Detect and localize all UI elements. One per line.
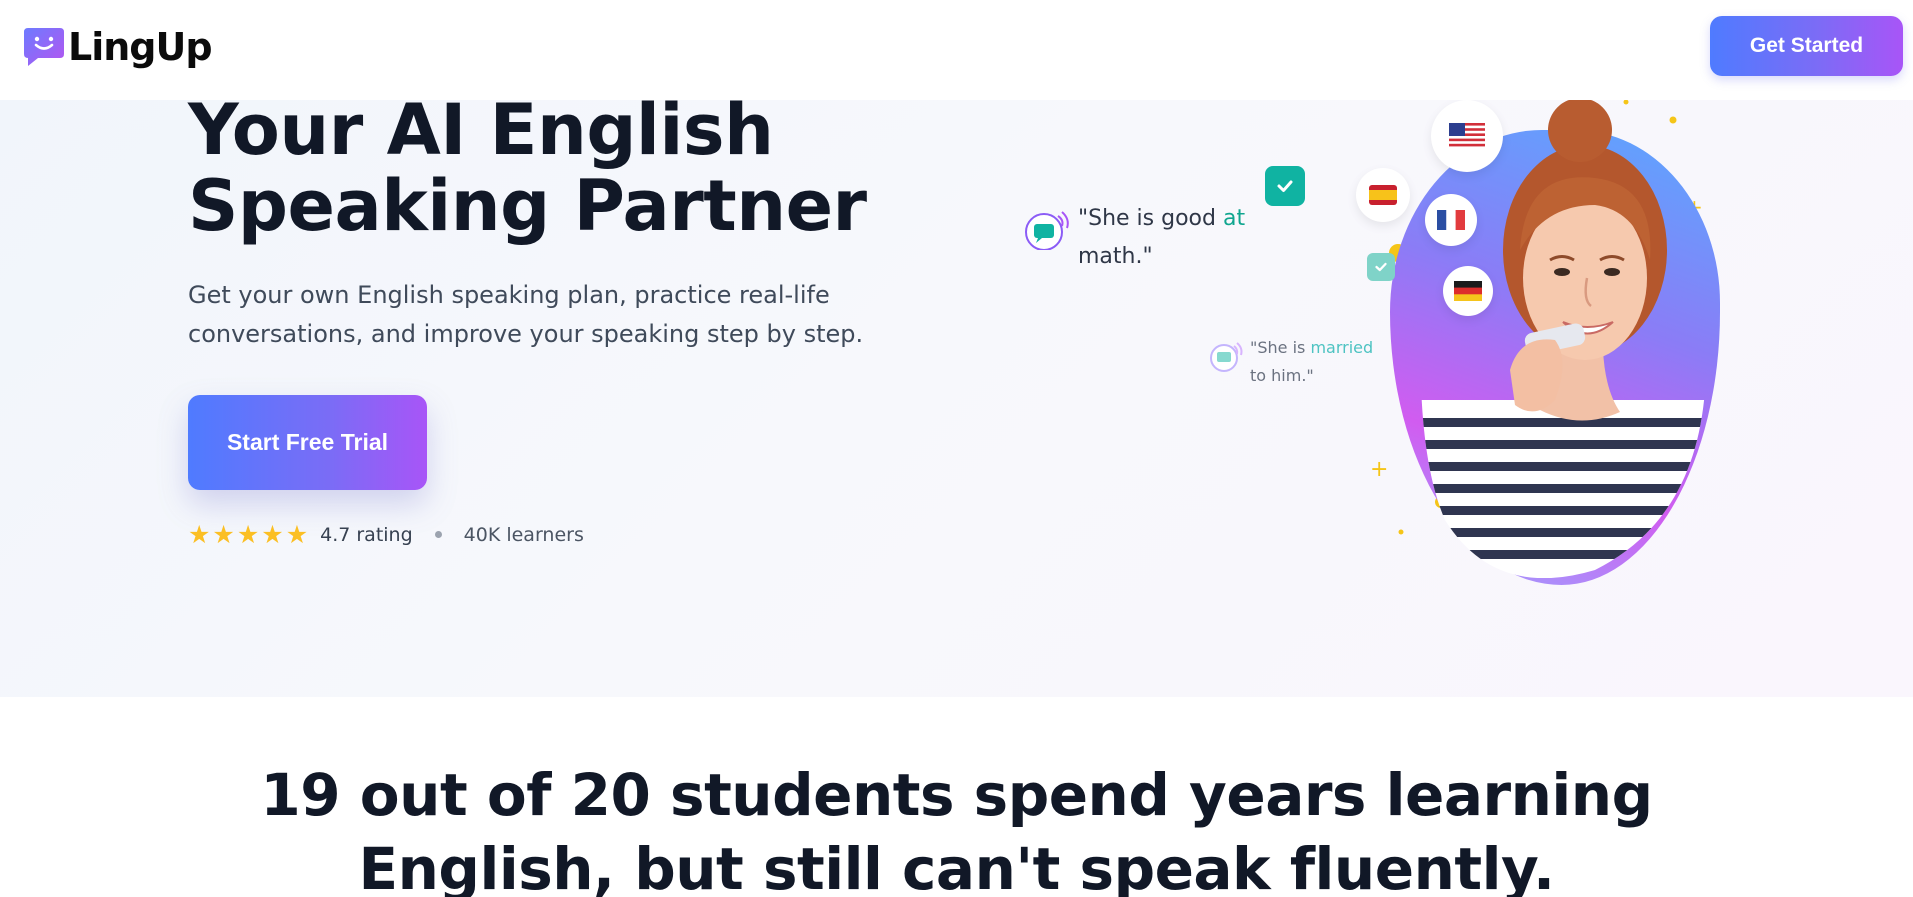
hero-title-line2: Speaking Partner [188, 165, 867, 247]
section-headline-line2: English, but still can't speak fluently. [358, 835, 1555, 897]
brand-name: LingUp [68, 25, 213, 69]
speech-bubble-icon [1210, 342, 1243, 372]
star-icon: ★ [212, 520, 235, 549]
start-free-trial-button[interactable]: Start Free Trial [188, 395, 427, 490]
hero-illustration: ★ ★ + + + × × [1000, 100, 1760, 697]
woman-speaking-illustration [1420, 100, 1705, 578]
hero-subtitle-line1: Get your own English speaking plan, prac… [188, 281, 830, 309]
site-header: LingUp Get Started [0, 0, 1913, 100]
chat-bubble-logo-icon [22, 26, 66, 68]
star-icon: ★ [236, 520, 260, 549]
get-started-button[interactable]: Get Started [1710, 16, 1903, 76]
rating-stars: ★ ★ ★ ★ ★ [188, 522, 308, 547]
star-icon: ★ [188, 520, 211, 549]
brand-logo[interactable]: LingUp [22, 25, 213, 69]
example-sentence-1: "She is good at math." [1078, 200, 1268, 276]
hero-title: Your AI English Speaking Partner [188, 100, 948, 244]
sentence-2-highlight: married [1310, 338, 1374, 357]
example-sentence-2: "She is married to him." [1250, 334, 1410, 390]
section-headline: 19 out of 20 students spend years learni… [0, 758, 1913, 897]
sentence-1-text: "She is good [1078, 206, 1223, 231]
rating-text: 4.7 rating [320, 523, 413, 546]
sentence-2-end: to him." [1250, 366, 1314, 385]
star-icon: ★ [285, 520, 309, 549]
spain-flag-icon [1356, 168, 1410, 222]
check-icon [1367, 253, 1395, 281]
check-icon [1265, 166, 1305, 206]
germany-flag-icon [1443, 266, 1493, 316]
learners-count: 40K learners [463, 523, 584, 546]
hero-title-line1: Your AI English [188, 100, 774, 171]
hero-section: Your AI English Speaking Partner Get you… [0, 100, 1913, 697]
hero-subtitle-line2: conversations, and improve your speaking… [188, 320, 864, 348]
france-flag-icon [1425, 194, 1477, 246]
sentence-1-end: math." [1078, 244, 1153, 269]
sentence-1-highlight: at [1222, 206, 1246, 231]
hero-subtitle: Get your own English speaking plan, prac… [188, 276, 888, 354]
rating-row: ★ ★ ★ ★ ★ 4.7 rating 40K learners [188, 522, 584, 547]
sentence-2-text: "She is [1250, 338, 1311, 357]
star-icon: ★ [261, 520, 284, 549]
svg-text:+: + [1370, 457, 1388, 482]
separator-dot [434, 531, 442, 538]
us-flag-icon [1431, 100, 1503, 172]
speech-bubble-icon [1025, 211, 1069, 250]
section-headline-line1: 19 out of 20 students spend years learni… [260, 761, 1653, 829]
